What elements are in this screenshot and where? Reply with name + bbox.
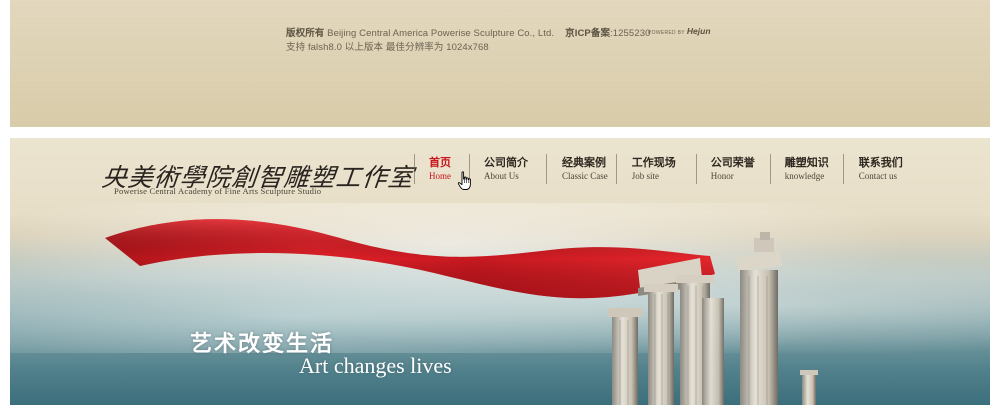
nav-label-en: Classic Case	[562, 171, 608, 181]
icp-number: :1255230	[610, 28, 651, 39]
site-footer: 版权所有 Beijing Central America Powerise Sc…	[10, 0, 990, 127]
logo-english[interactable]: Powerise Central Academy of Fine Arts Sc…	[114, 186, 321, 196]
main-nav: 首页 Home 公司简介 About Us 经典案例 Classic Case …	[414, 154, 911, 188]
company-name: Beijing Central America Powerise Sculptu…	[327, 28, 555, 39]
nav-item-about[interactable]: 公司简介 About Us	[470, 154, 546, 184]
nav-label-cn: 公司荣誉	[710, 157, 755, 169]
nav-label-cn: 联系我们	[858, 157, 903, 169]
nav-item-job-site[interactable]: 工作现场 Job site	[617, 154, 696, 184]
nav-divider	[546, 154, 547, 184]
nav-item-honor[interactable]: 公司荣誉 Honor	[697, 154, 770, 184]
nav-item-classic-case[interactable]: 经典案例 Classic Case	[547, 154, 616, 184]
powered-by-credit[interactable]: POWERED BY Hejun	[648, 26, 711, 36]
hero-slogan-english: Art changes lives	[299, 353, 452, 378]
nav-label-en: knowledge	[784, 171, 825, 181]
nav-item-contact[interactable]: 联系我们 Contact us	[844, 154, 911, 184]
powered-by-label: POWERED BY	[648, 30, 685, 36]
nav-label-en: Contact us	[858, 171, 897, 181]
hand-pointer-icon	[457, 171, 471, 190]
nav-label-cn: 经典案例	[562, 157, 606, 169]
nav-label-cn: 工作现场	[631, 157, 676, 169]
nav-label-en: Honor	[710, 171, 734, 181]
nav-label-en: Job site	[631, 171, 660, 181]
nav-divider	[695, 154, 697, 184]
nav-divider	[615, 154, 617, 184]
nav-label-cn: 公司简介	[484, 157, 528, 169]
nav-item-knowledge[interactable]: 雕塑知识 knowledge	[771, 154, 843, 184]
nav-label-cn: 首页	[429, 157, 451, 169]
paper-texture	[10, 0, 990, 127]
copyright-line: 版权所有 Beijing Central America Powerise Sc…	[286, 25, 650, 39]
browser-support-note: 支持 falsh8.0 以上版本 最佳分辨率为 1024x768	[286, 42, 489, 53]
icp-label: 京ICP备案	[565, 28, 611, 39]
nav-label-cn: 雕塑知识	[784, 157, 829, 169]
copyright-label: 版权所有	[286, 28, 325, 39]
nav-divider	[842, 154, 844, 184]
hero-banner: 央美術學院創智雕塑工作室 Powerise Central Academy of…	[10, 138, 990, 405]
nav-label-en: About Us	[484, 171, 519, 181]
powered-brand: Hejun	[686, 26, 711, 36]
nav-divider	[414, 154, 415, 184]
nav-label-en: Home	[429, 171, 451, 181]
nav-divider	[769, 154, 771, 184]
